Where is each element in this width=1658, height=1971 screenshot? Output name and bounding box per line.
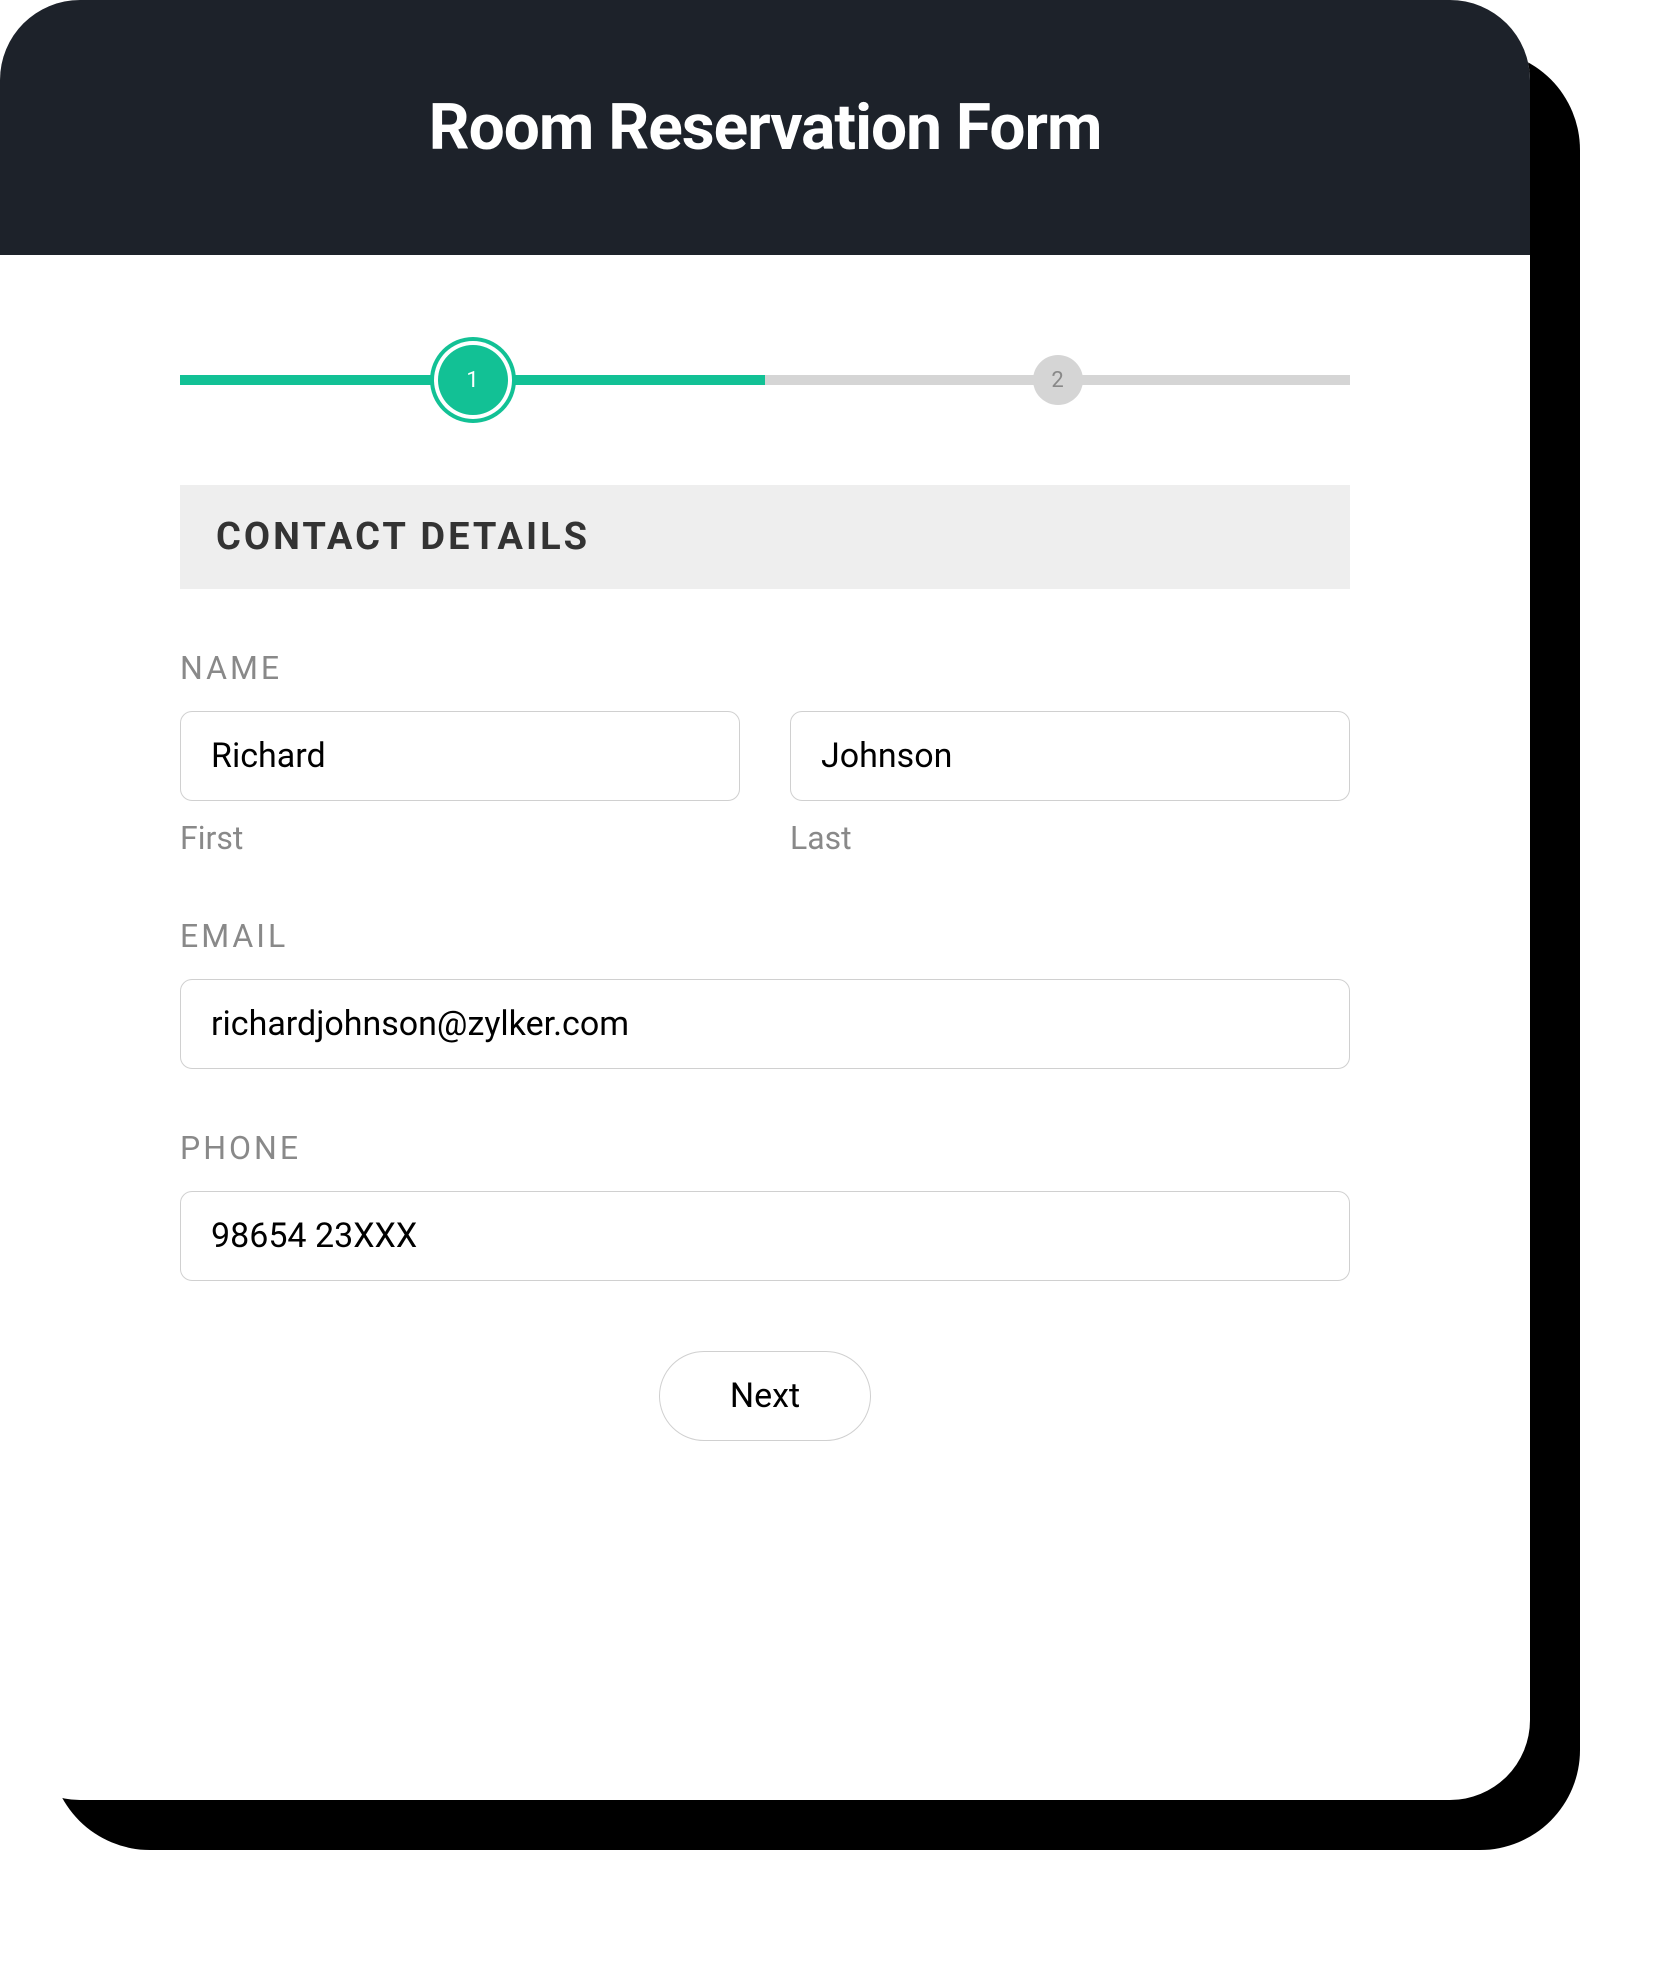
button-row: Next [180,1351,1350,1441]
form-title: Room Reservation Form [40,90,1490,165]
section-header: CONTACT DETAILS [180,485,1350,589]
first-name-input[interactable] [180,711,740,801]
last-name-sublabel: Last [790,819,1350,857]
email-label: EMAIL [180,917,1350,955]
form-body: CONTACT DETAILS NAME First Last EMAIL PH… [0,475,1530,1451]
progress-stepper: 1 2 [0,255,1530,475]
first-name-col: First [180,711,740,857]
step-1-number: 1 [466,368,478,393]
form-header: Room Reservation Form [0,0,1530,255]
last-name-col: Last [790,711,1350,857]
progress-track: 1 2 [180,345,1350,415]
last-name-input[interactable] [790,711,1350,801]
step-1-indicator[interactable]: 1 [438,345,508,415]
step-2-number: 2 [1051,368,1063,393]
next-button[interactable]: Next [659,1351,871,1441]
name-label: NAME [180,649,1350,687]
phone-input[interactable] [180,1191,1350,1281]
section-title: CONTACT DETAILS [216,515,1314,559]
name-row: First Last [180,711,1350,857]
progress-line [180,375,1350,385]
email-input[interactable] [180,979,1350,1069]
phone-label: PHONE [180,1129,1350,1167]
step-2-indicator[interactable]: 2 [1033,355,1083,405]
first-name-sublabel: First [180,819,740,857]
form-card: Room Reservation Form 1 2 CONTACT DETAIL… [0,0,1530,1800]
email-field-group: EMAIL [180,917,1350,1069]
phone-field-group: PHONE [180,1129,1350,1281]
name-field-group: NAME First Last [180,649,1350,857]
